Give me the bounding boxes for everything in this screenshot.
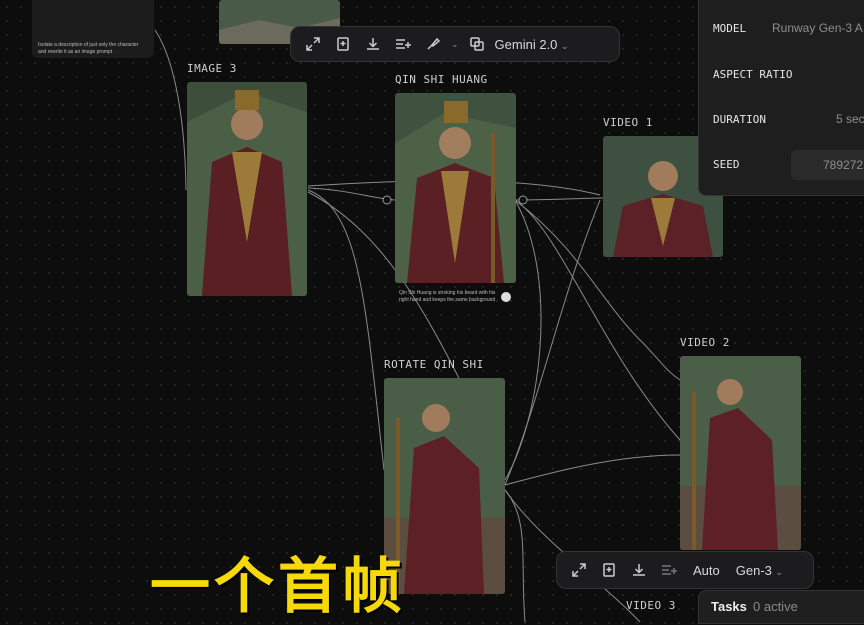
settings-panel: MODEL Runway Gen-3 A ASPECT RATIO DURATI… — [698, 0, 864, 196]
seed-label: SEED — [713, 158, 740, 171]
node-label-image3: IMAGE 3 — [187, 62, 237, 75]
video2-thumbnail[interactable] — [680, 356, 801, 550]
node-label-rotate: ROTATE QIN SHI — [384, 358, 484, 371]
model-value[interactable]: Runway Gen-3 A — [772, 21, 863, 35]
duration-label: DURATION — [713, 113, 766, 126]
download-icon[interactable] — [361, 32, 385, 56]
seed-input[interactable]: 789272 — [791, 150, 864, 180]
tasks-label: Tasks — [711, 599, 747, 614]
seed-value: 789272 — [823, 158, 864, 172]
bookmark-icon[interactable] — [597, 558, 621, 582]
video-model-select[interactable]: Gen-3 ⌄ — [736, 563, 783, 578]
tasks-status: 0 active — [753, 599, 798, 614]
prompt-node-topleft[interactable]: Isolate a description of just only the c… — [32, 0, 154, 58]
model-select-value: Gemini 2.0 — [494, 36, 558, 52]
brush-dropdown-chevron-icon[interactable]: ⌄ — [451, 39, 459, 50]
qin-prompt-text: Qin Shi Huang is stroking his beard with… — [399, 290, 496, 303]
qin-thumbnail[interactable] — [395, 93, 516, 283]
expand-icon[interactable] — [567, 558, 591, 582]
model-select[interactable]: Gemini 2.0 ⌄ — [495, 37, 569, 52]
download-icon[interactable] — [627, 558, 651, 582]
caption-overlay: 一个首帧 — [150, 552, 406, 622]
bookmark-icon[interactable] — [331, 32, 355, 56]
enhance-icon[interactable] — [391, 32, 415, 56]
tasks-bar[interactable]: Tasks 0 active — [698, 590, 864, 624]
image3-thumbnail[interactable] — [187, 82, 307, 296]
prompt-text: Isolate a description of just only the c… — [38, 42, 139, 55]
qin-node[interactable]: Qin Shi Huang is stroking his beard with… — [395, 93, 516, 305]
node-label-video3: VIDEO 3 — [626, 599, 676, 612]
expand-icon[interactable] — [301, 32, 325, 56]
model-label: MODEL — [713, 22, 747, 35]
node-label-qin: QIN SHI HUANG — [395, 73, 488, 86]
video-model-value: Gen-3 — [735, 562, 772, 578]
aspect-ratio-label: ASPECT RATIO — [713, 68, 793, 81]
chevron-down-icon: ⌄ — [775, 566, 784, 577]
brush-icon[interactable] — [421, 32, 445, 56]
enhance-icon[interactable] — [657, 558, 681, 582]
copy-icon[interactable] — [465, 32, 489, 56]
aspect-select[interactable]: Auto — [693, 563, 720, 578]
duration-value[interactable]: 5 sec — [836, 112, 864, 126]
node-label-video2: VIDEO 2 — [680, 336, 730, 349]
chevron-down-icon: ⌄ — [561, 40, 569, 51]
node-toolbar-bottom: Auto Gen-3 ⌄ — [556, 551, 814, 589]
node-toolbar-top: ⌄ Gemini 2.0 ⌄ — [290, 26, 620, 62]
send-button[interactable] — [501, 292, 511, 302]
node-label-video1: VIDEO 1 — [603, 116, 653, 129]
